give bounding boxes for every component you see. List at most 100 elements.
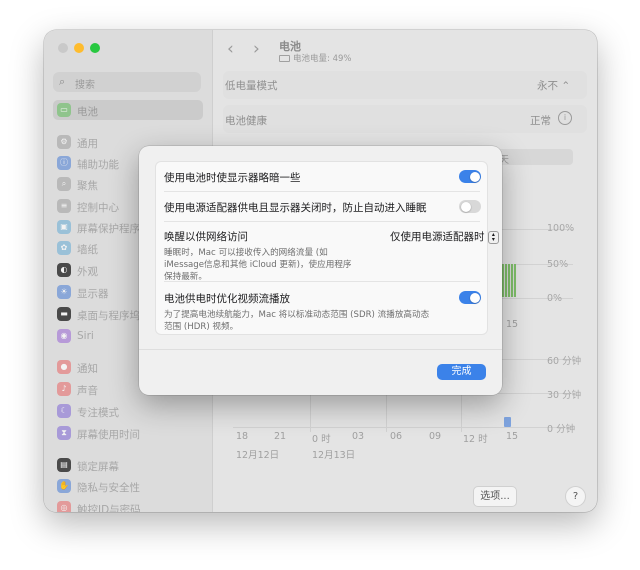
battery-level-bars — [502, 264, 516, 297]
hour-label: 09 — [429, 431, 442, 442]
option-desc-line: 睡眠时，Mac 可以接收传入的网络流量 (如 — [164, 248, 328, 258]
sidebar-item-label: 墙纸 — [77, 244, 98, 256]
done-button[interactable]: 完成 — [437, 364, 486, 380]
sidebar-item-label: 触控ID与密码 — [77, 504, 141, 512]
hour-label: 21 — [274, 431, 287, 442]
hour-label: 06 — [390, 431, 403, 442]
battery-level-text: 电池电量: 49% — [293, 54, 352, 64]
sidebar-item-label: 聚焦 — [77, 180, 98, 192]
option-desc-line: iMessage信息和其他 iCloud 更新)，使应用程序 — [164, 260, 352, 270]
divider — [164, 221, 480, 222]
help-button[interactable]: ? — [565, 486, 586, 507]
spotlight-icon: ⌕ — [57, 177, 71, 191]
screensaver-icon: ▣ — [57, 220, 71, 234]
date-label: 12月13日 — [312, 450, 356, 461]
hour-label: 0 时 — [312, 434, 331, 445]
battery-options-dialog: 使用电池时使显示器略暗一些 使用电源适配器供电且显示器关闭时，防止自动进入睡眠 … — [139, 146, 502, 395]
dock-icon: ▬ — [57, 307, 71, 321]
battery-icon: ▭ — [57, 103, 71, 117]
accessibility-icon: ⓘ — [57, 156, 71, 170]
prevent-sleep-toggle[interactable] — [459, 200, 481, 213]
sidebar-item-label: 锁定屏幕 — [77, 461, 119, 473]
usage-tick-30: 30 分钟 — [547, 390, 582, 401]
hour-label: 18 — [236, 431, 249, 442]
sidebar-item-label: 通知 — [77, 363, 98, 375]
zoom-button[interactable] — [90, 43, 100, 53]
back-chevron-icon[interactable]: ‹ — [227, 39, 234, 59]
sidebar-item-label: 通用 — [77, 138, 98, 150]
sidebar-item-label: 辅助功能 — [77, 159, 119, 171]
forward-chevron-icon[interactable]: › — [253, 39, 260, 59]
battery-level-subtitle: 电池电量: 49% — [279, 52, 351, 64]
sound-icon: ♪ — [57, 382, 71, 396]
option-dim-display: 使用电池时使显示器略暗一些 — [164, 170, 480, 185]
level-hour-label: 15 — [506, 319, 519, 330]
level-tick-100: 100% — [547, 223, 575, 234]
sidebar-item-label: 显示器 — [77, 288, 109, 300]
sidebar-item-label: 外观 — [77, 266, 98, 278]
hour-label: 15 — [506, 431, 519, 442]
wake-network-popup[interactable]: 仅使用电源适配器时 ▴ ▾ — [390, 229, 499, 244]
divider — [164, 191, 480, 192]
gear-icon: ⚙ — [57, 135, 71, 149]
wallpaper-icon: ✿ — [57, 241, 71, 255]
options-card: 使用电池时使显示器略暗一些 使用电源适配器供电且显示器关闭时，防止自动进入睡眠 … — [155, 161, 499, 335]
usage-tick-0: 0 分钟 — [547, 424, 576, 435]
sidebar-item-battery[interactable]: ▭ 电池 — [53, 100, 203, 120]
sidebar-item-screen-time[interactable]: ⧗ 屏幕使用时间 — [53, 423, 203, 443]
search-icon: ⌕ — [59, 75, 66, 88]
option-title: 电池供电时优化视频流播放 — [164, 293, 290, 305]
divider — [164, 281, 480, 282]
sidebar-item-label: 控制中心 — [77, 202, 119, 214]
updown-chevron-icon: ▴ ▾ — [487, 230, 499, 244]
dialog-divider — [139, 349, 502, 350]
siri-icon: ◉ — [57, 329, 71, 343]
sidebar-item-lock-screen[interactable]: ▤ 锁定屏幕 — [53, 455, 203, 475]
low-power-select[interactable]: 永不 ⌃ — [537, 78, 570, 93]
screen-usage-bar — [504, 417, 511, 427]
optimize-video-toggle[interactable] — [459, 291, 481, 304]
sidebar-item-label: 屏幕保护程序 — [77, 223, 140, 235]
sidebar-item-label: 专注模式 — [77, 407, 119, 419]
info-icon[interactable]: i — [558, 111, 572, 125]
hour-label: 03 — [352, 431, 365, 442]
sidebar-item-label: 隐私与安全性 — [77, 482, 140, 494]
option-prevent-sleep: 使用电源适配器供电且显示器关闭时，防止自动进入睡眠 — [164, 200, 480, 215]
dim-display-toggle[interactable] — [459, 170, 481, 183]
option-desc-line: 范围 (HDR) 视频。 — [164, 322, 239, 332]
wake-network-value: 仅使用电源适配器时 — [390, 231, 485, 243]
toggle-knob — [460, 201, 471, 212]
updown-chevron-icon: ⌃ — [558, 80, 571, 92]
sidebar-item-label: 桌面与程序坞 — [77, 310, 140, 322]
close-button[interactable] — [58, 43, 68, 53]
sidebar-item-label: Siri — [77, 330, 94, 342]
display-icon: ☀ — [57, 285, 71, 299]
battery-small-icon — [279, 55, 290, 62]
battery-health-value: 正常 — [530, 115, 551, 127]
option-optimize-video: 电池供电时优化视频流播放 为了提高电池续航能力，Mac 将以标准动态范围 (SD… — [164, 291, 480, 333]
sidebar-item-label: 电池 — [77, 106, 98, 118]
touch-id-icon: ◎ — [57, 501, 71, 512]
sidebar-item-label: 屏幕使用时间 — [77, 429, 140, 441]
sidebar-item-label: 声音 — [77, 385, 98, 397]
privacy-icon: ✋ — [57, 479, 71, 493]
sidebar-item-touch-id[interactable]: ◎ 触控ID与密码 — [53, 498, 203, 512]
toggle-knob — [469, 171, 480, 182]
option-title: 使用电源适配器供电且显示器关闭时，防止自动进入睡眠 — [164, 202, 427, 214]
level-tick-0: 0% — [547, 293, 563, 304]
usage-tick-60: 60 分钟 — [547, 356, 582, 367]
lock-icon: ▤ — [57, 458, 71, 472]
toggle-knob — [469, 292, 480, 303]
sidebar-item-privacy[interactable]: ✋ 隐私与安全性 — [53, 476, 203, 496]
notifications-icon: ● — [57, 360, 71, 374]
option-desc-line: 为了提高电池续航能力，Mac 将以标准动态范围 (SDR) 流播放高动态 — [164, 310, 430, 320]
appearance-icon: ◐ — [57, 263, 71, 277]
minimize-button[interactable] — [74, 43, 84, 53]
usage-grid-line — [233, 427, 573, 428]
low-power-label: 低电量模式 — [225, 80, 278, 92]
options-button[interactable]: 选项... — [473, 486, 517, 507]
option-title: 使用电池时使显示器略暗一些 — [164, 172, 301, 184]
sidebar-item-focus[interactable]: ☾ 专注模式 — [53, 401, 203, 421]
search-field[interactable]: ⌕ 搜索 — [53, 72, 201, 92]
low-power-value: 永不 — [537, 80, 558, 92]
